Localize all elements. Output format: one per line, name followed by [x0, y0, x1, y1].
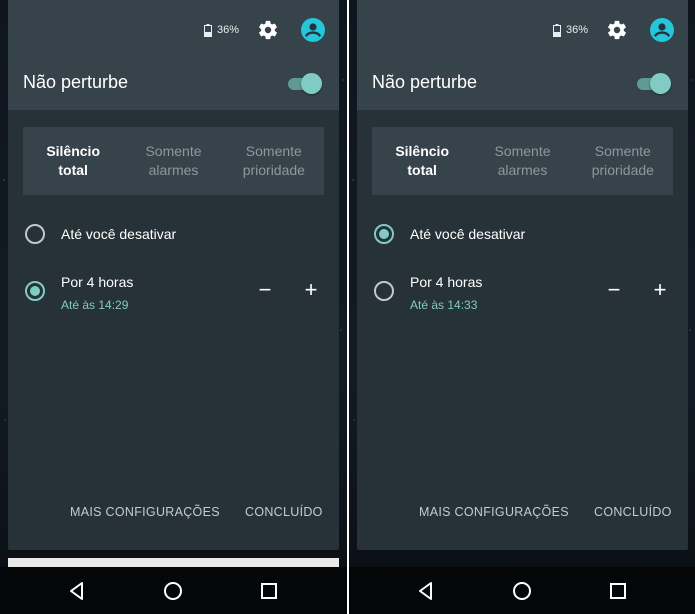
battery-percentage: 36%: [565, 24, 588, 36]
radio-for-hours[interactable]: [374, 281, 394, 301]
option-for-hours-until: Até às 14:29: [61, 298, 129, 312]
option-until-off[interactable]: Até você desativar: [357, 222, 688, 248]
dnd-title: Não perturbe: [23, 72, 129, 92]
option-for-hours-label: Por 4 horas: [61, 274, 134, 290]
navigation-bar: [0, 567, 347, 614]
recents-icon[interactable]: [258, 580, 280, 602]
mode-priority-only[interactable]: Somente prioridade: [224, 127, 324, 195]
status-row: 36%: [552, 16, 674, 44]
home-icon[interactable]: [511, 580, 533, 602]
increase-hours-button[interactable]: +: [648, 279, 672, 303]
phone-screen-right: 36% Não perturbe Silêncio total Somente …: [349, 0, 695, 614]
gear-icon[interactable]: [606, 19, 628, 41]
radio-until-off[interactable]: [374, 224, 394, 244]
back-icon[interactable]: [66, 580, 88, 602]
mode-total-silence[interactable]: Silêncio total: [372, 127, 472, 195]
home-icon[interactable]: [162, 580, 184, 602]
dnd-toggle[interactable]: [288, 73, 322, 95]
done-button[interactable]: CONCLUÍDO: [594, 505, 672, 525]
mode-priority-only[interactable]: Somente prioridade: [573, 127, 673, 195]
mode-alarms-only[interactable]: Somente alarmes: [123, 127, 223, 195]
radio-until-off[interactable]: [25, 224, 45, 244]
back-icon[interactable]: [415, 580, 437, 602]
scroll-indicator: [8, 558, 339, 567]
mode-alarms-only[interactable]: Somente alarmes: [472, 127, 572, 195]
gear-icon[interactable]: [257, 19, 279, 41]
battery-icon: [203, 23, 212, 37]
decrease-hours-button[interactable]: −: [602, 279, 626, 303]
battery-icon: [552, 23, 561, 37]
option-for-hours[interactable]: Por 4 horas Até às 14:29 − +: [8, 270, 339, 316]
status-row: 36%: [203, 16, 325, 44]
quick-settings-header: 36% Não perturbe: [8, 0, 339, 110]
option-until-off[interactable]: Até você desativar: [8, 222, 339, 248]
dnd-panel: 36% Não perturbe Silêncio total Somente …: [8, 0, 339, 550]
battery-percentage: 36%: [216, 24, 239, 36]
radio-for-hours[interactable]: [25, 281, 45, 301]
dnd-mode-selector: Silêncio total Somente alarmes Somente p…: [23, 127, 324, 195]
increase-hours-button[interactable]: +: [299, 279, 323, 303]
toggle-thumb: [301, 73, 322, 94]
recents-icon[interactable]: [607, 580, 629, 602]
more-settings-button[interactable]: MAIS CONFIGURAÇÕES: [419, 505, 569, 525]
dnd-title: Não perturbe: [372, 72, 478, 92]
option-until-off-label: Até você desativar: [410, 226, 526, 242]
option-for-hours-label: Por 4 horas: [410, 274, 483, 290]
quick-settings-header: 36% Não perturbe: [357, 0, 688, 110]
option-for-hours-until: Até às 14:33: [410, 298, 478, 312]
decrease-hours-button[interactable]: −: [253, 279, 277, 303]
account-circle-icon[interactable]: [301, 18, 325, 42]
more-settings-button[interactable]: MAIS CONFIGURAÇÕES: [70, 505, 220, 525]
account-circle-icon[interactable]: [650, 18, 674, 42]
navigation-bar: [349, 567, 695, 614]
phone-screen-left: 36% Não perturbe Silêncio total Somente …: [0, 0, 347, 614]
toggle-thumb: [650, 73, 671, 94]
dnd-mode-selector: Silêncio total Somente alarmes Somente p…: [372, 127, 673, 195]
dnd-toggle[interactable]: [637, 73, 671, 95]
mode-total-silence[interactable]: Silêncio total: [23, 127, 123, 195]
dnd-panel: 36% Não perturbe Silêncio total Somente …: [357, 0, 688, 550]
option-for-hours[interactable]: Por 4 horas Até às 14:33 − +: [357, 270, 688, 316]
option-until-off-label: Até você desativar: [61, 226, 177, 242]
done-button[interactable]: CONCLUÍDO: [245, 505, 323, 525]
